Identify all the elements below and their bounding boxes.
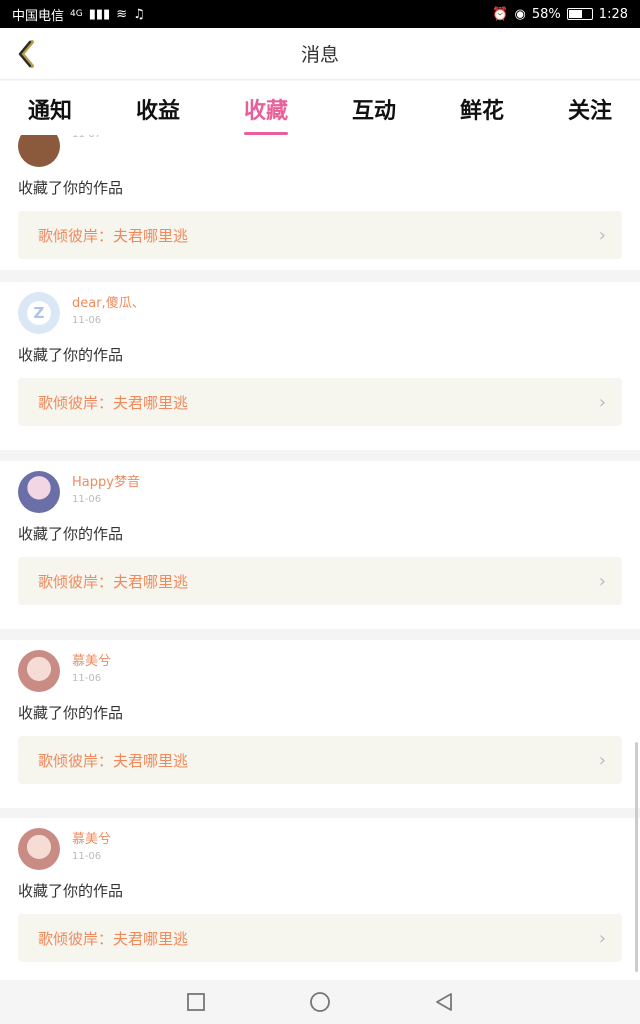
user-name[interactable]: 慕美兮 xyxy=(72,828,111,847)
carrier-label: 中国电信 xyxy=(12,8,65,24)
work-title: 歌倾彼岸：夫君哪里逃 xyxy=(38,572,189,591)
timestamp: 11-06 xyxy=(72,315,102,326)
chevron-right-icon: › xyxy=(598,927,606,949)
avatar[interactable]: Z xyxy=(18,292,60,334)
chevron-right-icon: › xyxy=(598,224,606,246)
action-text: 收藏了你的作品 xyxy=(18,179,124,197)
timestamp: 11-06 xyxy=(72,494,102,505)
list-item: 11-07 收藏了你的作品 歌倾彼岸：夫君哪里逃 › xyxy=(0,135,640,270)
avatar[interactable] xyxy=(18,650,60,692)
timestamp: 11-06 xyxy=(72,851,102,862)
chevron-right-icon: › xyxy=(598,749,606,771)
user-name[interactable]: Happy梦音 xyxy=(72,471,140,490)
eye-icon: ◉ xyxy=(514,6,526,22)
tab-bar: 通知 收益 收藏 互动 鲜花 关注 xyxy=(0,81,640,135)
square-icon xyxy=(187,993,205,1011)
work-title: 歌倾彼岸：夫君哪里逃 xyxy=(38,393,189,412)
page-title: 消息 xyxy=(300,44,339,66)
favorites-feed[interactable]: 11-07 收藏了你的作品 歌倾彼岸：夫君哪里逃 › Z dear,傻瓜、 11… xyxy=(0,135,640,980)
user-name[interactable]: dear,傻瓜、 xyxy=(72,292,145,311)
recents-button[interactable] xyxy=(184,990,208,1014)
list-item: 慕美兮 11-06 收藏了你的作品 歌倾彼岸：夫君哪里逃 › xyxy=(0,640,640,808)
avatar[interactable] xyxy=(18,828,60,870)
action-text: 收藏了你的作品 xyxy=(18,882,124,900)
tab-notifications[interactable]: 通知 xyxy=(20,81,80,135)
network-label: 4G xyxy=(70,9,83,19)
back-button[interactable] xyxy=(10,34,50,74)
action-text: 收藏了你的作品 xyxy=(18,346,124,364)
timestamp: 11-06 xyxy=(72,673,102,684)
work-link[interactable]: 歌倾彼岸：夫君哪里逃 › xyxy=(18,378,622,426)
status-bar: 中国电信 4G ▮▮▮ ≋ ♫ ⏰ ◉ 58% 1:28 xyxy=(0,0,640,28)
alarm-icon: ⏰ xyxy=(492,6,509,22)
list-item: Z dear,傻瓜、 11-06 收藏了你的作品 歌倾彼岸：夫君哪里逃 › xyxy=(0,282,640,450)
signal-icon: ▮▮▮ xyxy=(88,6,111,22)
tab-interactions[interactable]: 互动 xyxy=(344,81,404,135)
header-bar: 消息 xyxy=(0,28,640,80)
tab-earnings[interactable]: 收益 xyxy=(128,81,188,135)
work-title: 歌倾彼岸：夫君哪里逃 xyxy=(38,929,189,948)
circle-icon xyxy=(310,992,330,1012)
action-text: 收藏了你的作品 xyxy=(18,704,124,722)
tab-flowers[interactable]: 鲜花 xyxy=(452,81,512,135)
avatar[interactable] xyxy=(18,471,60,513)
battery-icon xyxy=(566,8,593,20)
work-link[interactable]: 歌倾彼岸：夫君哪里逃 › xyxy=(18,211,622,259)
wifi-icon: ≋ xyxy=(116,6,128,22)
work-title: 歌倾彼岸：夫君哪里逃 xyxy=(38,751,189,770)
tab-favorites[interactable]: 收藏 xyxy=(236,81,296,135)
music-icon: ♫ xyxy=(133,6,145,22)
work-link[interactable]: 歌倾彼岸：夫君哪里逃 › xyxy=(18,736,622,784)
scrollbar[interactable] xyxy=(635,742,638,972)
triangle-back-icon xyxy=(436,993,452,1011)
default-avatar-icon: Z xyxy=(27,301,51,325)
battery-percent: 58% xyxy=(531,6,561,22)
back-nav-button[interactable] xyxy=(432,990,456,1014)
list-item: Happy梦音 11-06 收藏了你的作品 歌倾彼岸：夫君哪里逃 › xyxy=(0,461,640,629)
work-title: 歌倾彼岸：夫君哪里逃 xyxy=(38,226,189,245)
svg-text:Z: Z xyxy=(34,304,45,322)
tab-follows[interactable]: 关注 xyxy=(560,81,620,135)
home-button[interactable] xyxy=(308,990,332,1014)
work-link[interactable]: 歌倾彼岸：夫君哪里逃 › xyxy=(18,557,622,605)
list-item: 慕美兮 11-06 收藏了你的作品 歌倾彼岸：夫君哪里逃 › xyxy=(0,818,640,980)
chevron-right-icon: › xyxy=(598,391,606,413)
clock: 1:28 xyxy=(598,6,628,22)
chevron-right-icon: › xyxy=(598,570,606,592)
avatar[interactable] xyxy=(18,135,60,167)
work-link[interactable]: 歌倾彼岸：夫君哪里逃 › xyxy=(18,914,622,962)
chevron-left-icon xyxy=(18,40,34,68)
user-name[interactable]: 慕美兮 xyxy=(72,650,111,669)
action-text: 收藏了你的作品 xyxy=(18,525,124,543)
system-nav-bar xyxy=(0,980,640,1024)
timestamp: 11-07 xyxy=(72,135,101,140)
